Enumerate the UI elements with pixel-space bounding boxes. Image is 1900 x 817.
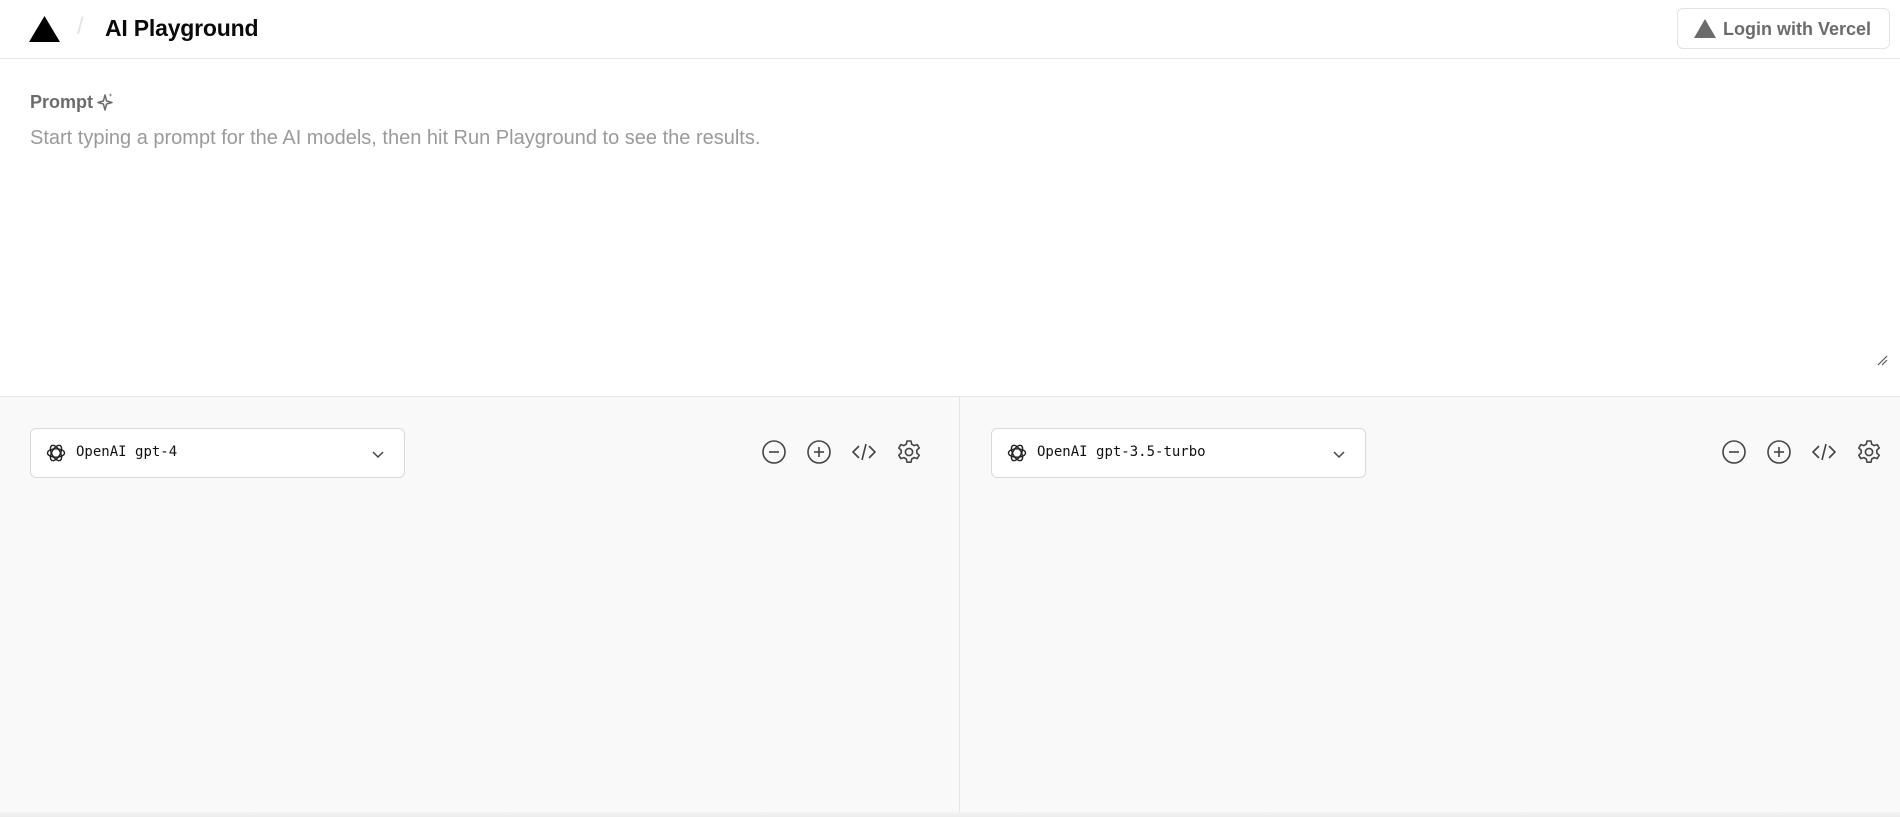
model-provider: OpenAI: [1037, 444, 1088, 460]
top-bar: / AI Playground Login with Vercel: [0, 0, 1900, 59]
app-title: AI Playground: [105, 15, 259, 41]
gear-icon: [1858, 440, 1880, 463]
chevron-down-icon: [372, 451, 384, 459]
remove-icon: [762, 440, 786, 464]
vercel-logo-icon[interactable]: [29, 16, 60, 42]
add-icon: [807, 440, 831, 464]
add-panel-button[interactable]: [804, 437, 834, 467]
view-code-button[interactable]: [1809, 437, 1839, 467]
model-select-label: OpenAI gpt-4: [76, 444, 177, 460]
model-panel-1: OpenAI gpt-4: [0, 397, 960, 817]
breadcrumb-separator: /: [77, 13, 84, 40]
model-provider: OpenAI: [76, 444, 127, 460]
model-select[interactable]: OpenAI gpt-3.5-turbo: [991, 428, 1366, 478]
add-icon: [1767, 440, 1791, 464]
model-panels: OpenAI gpt-4 OpenAI gpt-3.5-turbo: [0, 397, 1900, 817]
model-select-label: OpenAI gpt-3.5-turbo: [1037, 444, 1206, 460]
prompt-label: Prompt: [30, 92, 93, 112]
sparkle-icon: [97, 93, 113, 111]
remove-icon: [1722, 440, 1746, 464]
remove-panel-button[interactable]: [1719, 437, 1749, 467]
vercel-triangle-icon: [1694, 19, 1716, 38]
settings-button[interactable]: [894, 437, 924, 467]
chevron-down-icon: [1333, 451, 1345, 459]
gear-icon: [898, 440, 920, 463]
login-button-label: Login with Vercel: [1723, 19, 1872, 39]
add-panel-button[interactable]: [1764, 437, 1794, 467]
code-icon: [851, 443, 877, 461]
remove-panel-button[interactable]: [759, 437, 789, 467]
login-with-vercel-button[interactable]: Login with Vercel: [1677, 8, 1890, 49]
code-icon: [1811, 443, 1837, 461]
prompt-input[interactable]: [30, 127, 1880, 357]
textarea-resize-handle-icon[interactable]: [1876, 354, 1888, 366]
bottom-edge: [0, 812, 1900, 817]
prompt-section: Prompt: [0, 59, 1900, 397]
model-name: gpt-4: [135, 444, 178, 460]
view-code-button[interactable]: [849, 437, 879, 467]
openai-icon: [46, 444, 66, 462]
model-name: gpt-3.5-turbo: [1096, 444, 1206, 460]
settings-button[interactable]: [1854, 437, 1884, 467]
model-panel-2: OpenAI gpt-3.5-turbo: [961, 397, 1900, 817]
openai-icon: [1007, 444, 1027, 462]
model-select[interactable]: OpenAI gpt-4: [30, 428, 405, 478]
